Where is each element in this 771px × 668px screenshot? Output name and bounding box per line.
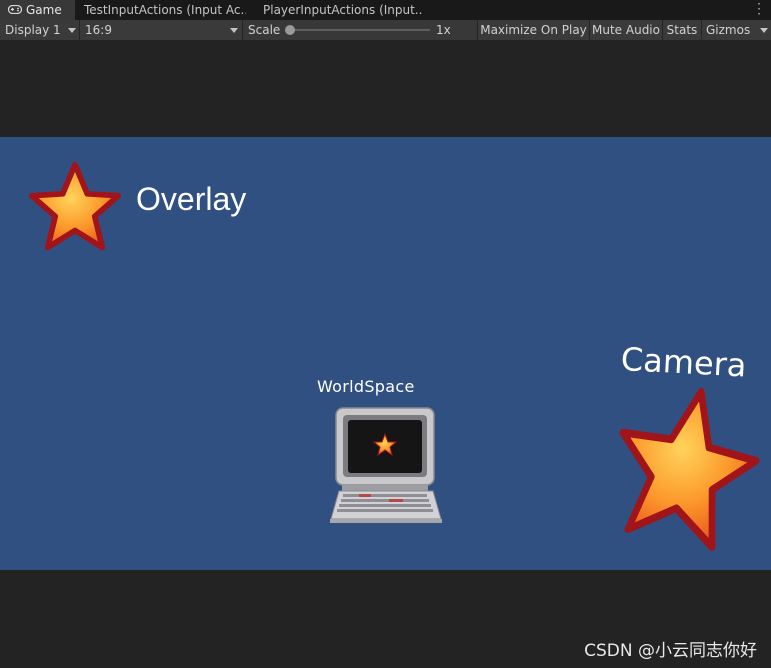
computer-terminal-icon	[330, 407, 442, 523]
chevron-down-icon	[68, 28, 76, 33]
window-tab-bar: Game TestInputActions (Input Ac... Playe…	[0, 0, 771, 20]
overlay-label: Overlay	[136, 181, 247, 217]
chevron-down-icon	[230, 28, 238, 33]
maximize-on-play-button[interactable]: Maximize On Play	[477, 20, 589, 40]
tab-label: PlayerInputActions (Input...	[263, 3, 423, 17]
display-dropdown-label: Display 1	[5, 23, 61, 37]
gizmos-label: Gizmos	[706, 23, 751, 37]
chevron-down-icon	[760, 28, 768, 33]
gizmos-button[interactable]: Gizmos	[701, 20, 771, 40]
aspect-dropdown[interactable]: 16:9	[80, 20, 243, 40]
aspect-dropdown-label: 16:9	[85, 23, 112, 37]
stats-button[interactable]: Stats	[662, 20, 701, 40]
scale-slider-handle[interactable]	[285, 25, 295, 35]
mute-audio-button[interactable]: Mute Audio	[589, 20, 662, 40]
scale-label: Scale	[248, 23, 281, 37]
scale-slider[interactable]	[286, 29, 430, 31]
scale-value: 1x	[436, 23, 451, 37]
gamepad-icon	[8, 5, 22, 14]
tab-playerinputactions[interactable]: PlayerInputActions (Input...	[263, 0, 423, 20]
kebab-menu-icon[interactable]: · · ·	[757, 0, 761, 20]
star-icon	[28, 161, 122, 251]
worldspace-label: WorldSpace	[317, 377, 415, 396]
tab-label: Game	[26, 3, 62, 17]
display-dropdown[interactable]: Display 1	[0, 20, 80, 40]
tab-testinputactions[interactable]: TestInputActions (Input Ac...	[84, 0, 246, 20]
camera-label: Camera	[620, 340, 748, 385]
tab-game[interactable]: Game	[0, 0, 75, 20]
watermark-text: CSDN @小云同志你好	[584, 641, 757, 661]
tab-label: TestInputActions (Input Ac...	[84, 3, 246, 17]
letterbox-top	[0, 40, 771, 137]
star-icon	[619, 388, 760, 551]
